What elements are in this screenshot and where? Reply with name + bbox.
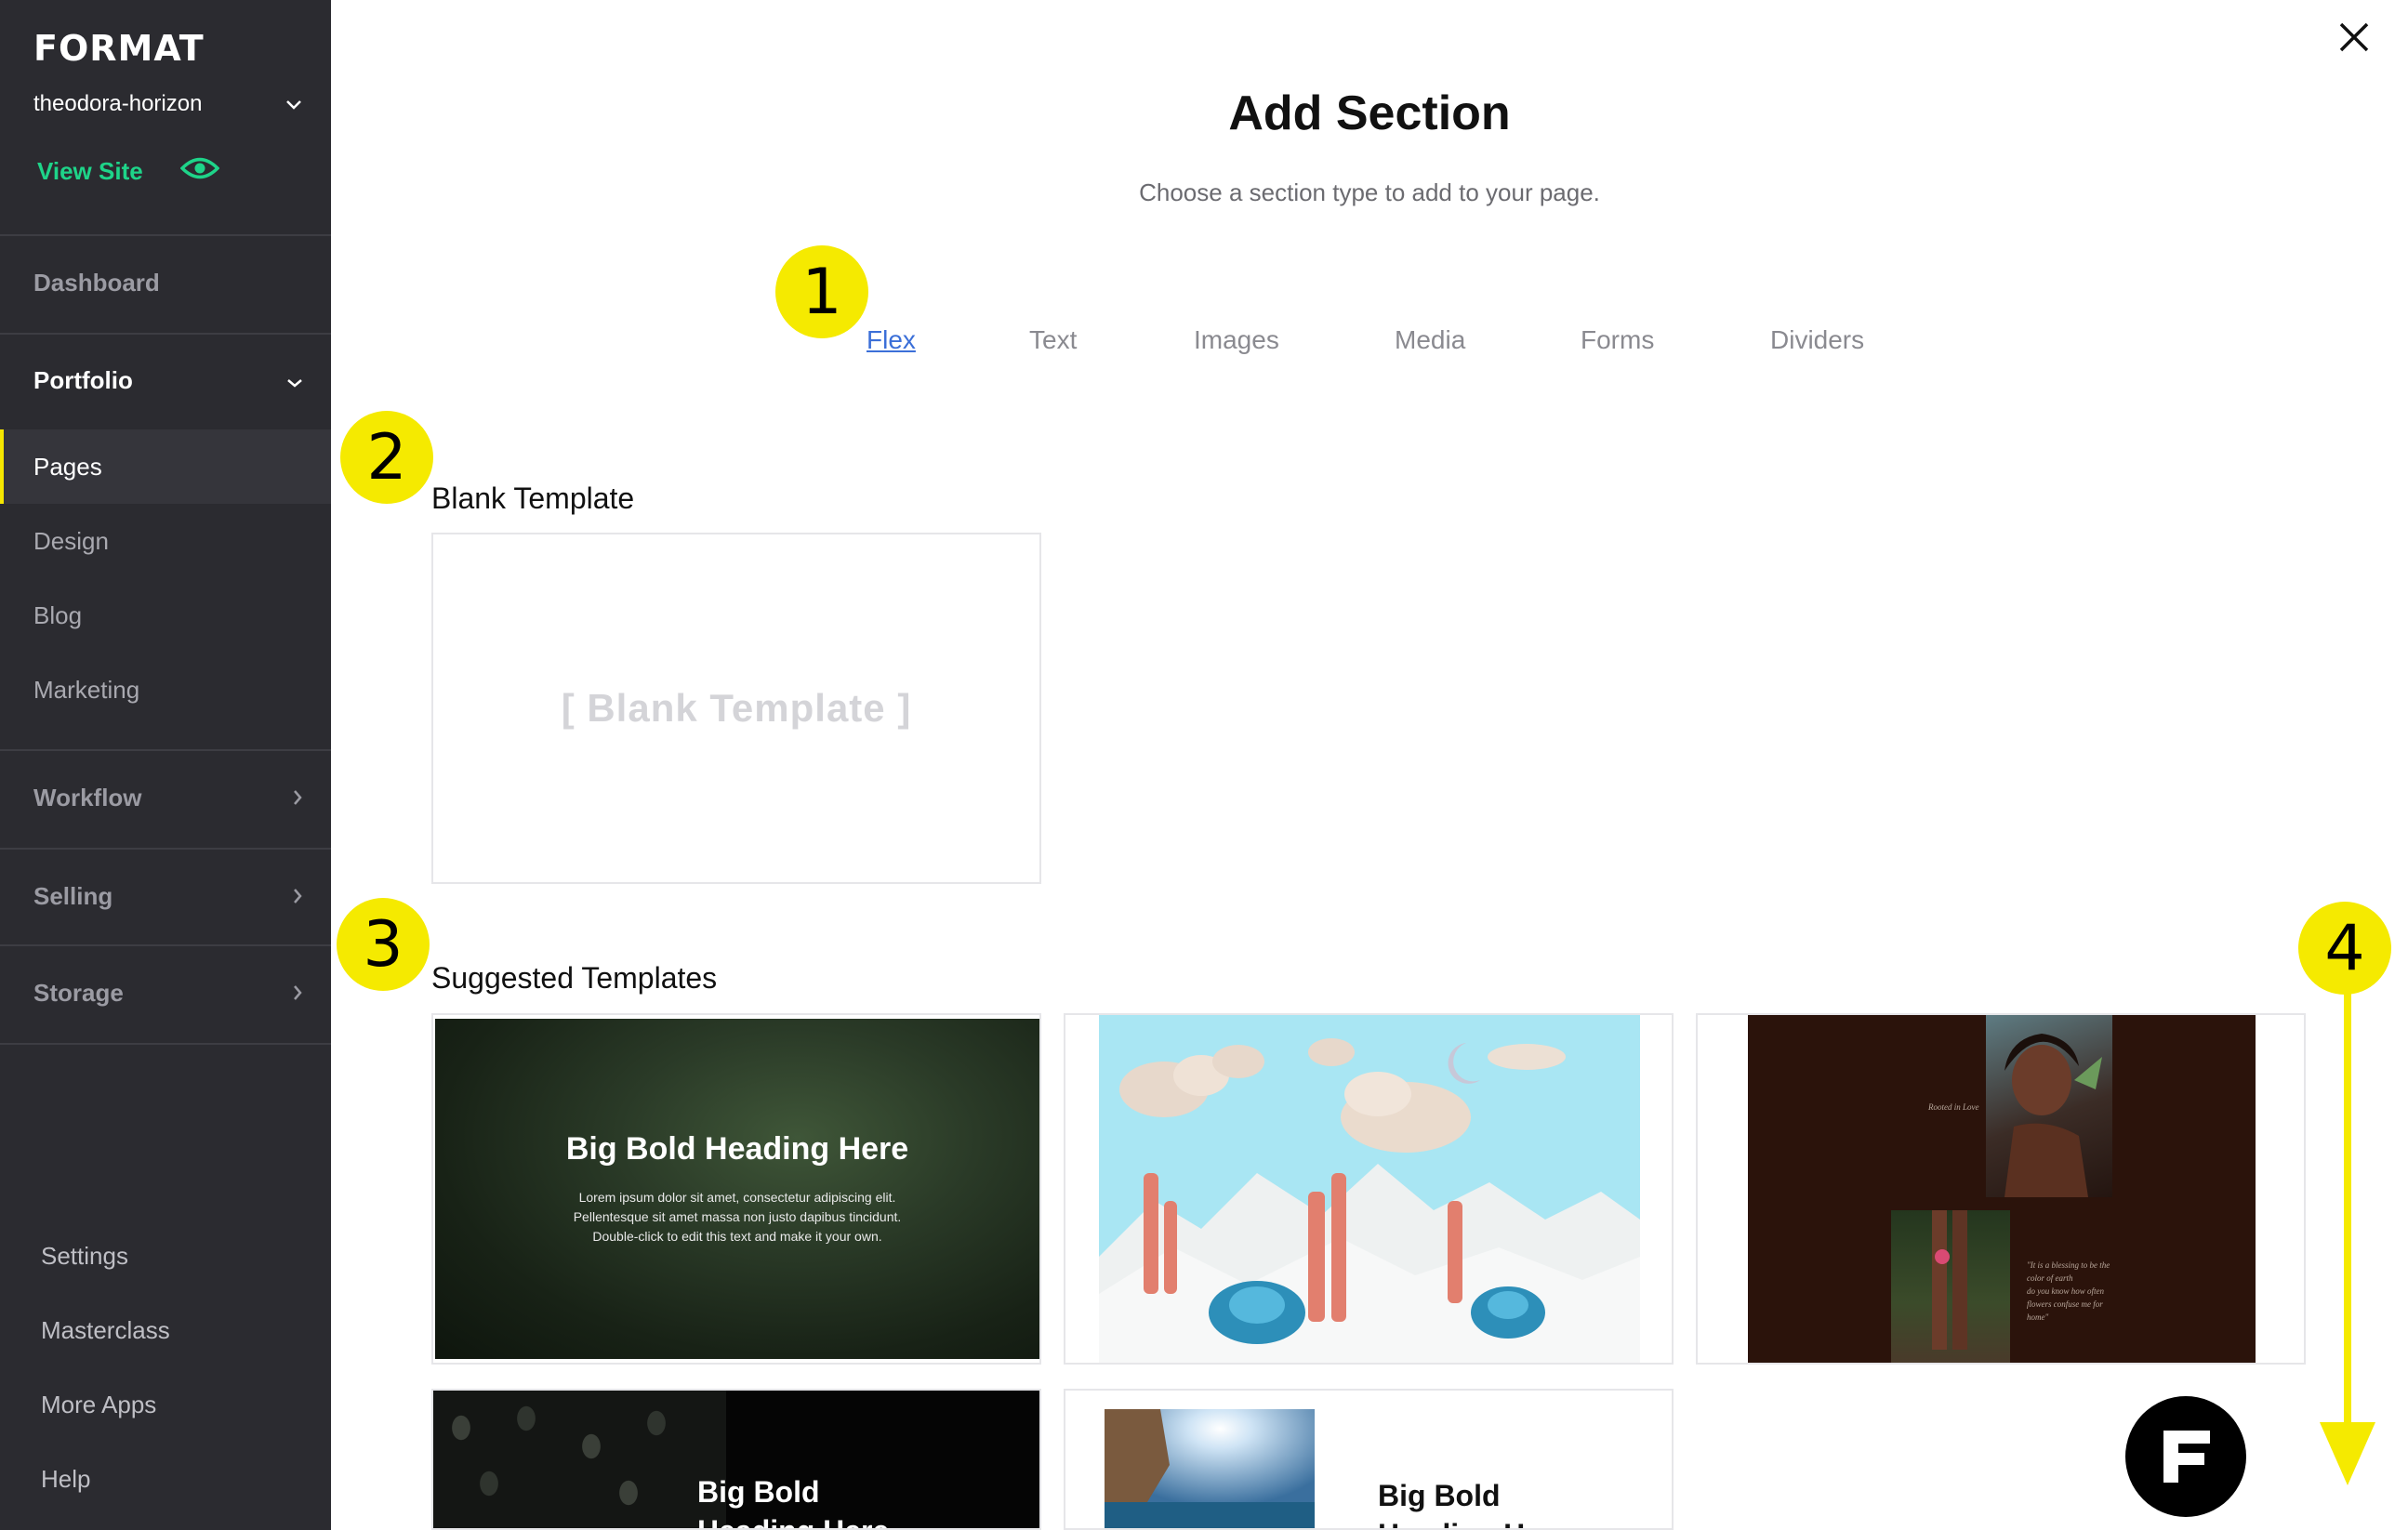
sidebar-item-label: Portfolio — [33, 365, 133, 394]
leaves-pattern — [433, 1391, 726, 1528]
annotation-arrow-down-icon — [2320, 985, 2375, 1485]
blank-template-card[interactable]: [ Blank Template ] — [431, 533, 1041, 884]
ocean-photo — [1105, 1409, 1315, 1528]
chevron-right-icon — [293, 979, 303, 1008]
close-button[interactable] — [2335, 19, 2373, 56]
heading-line: Big Bold — [697, 1475, 820, 1509]
quote-line: home" — [2027, 1312, 2049, 1322]
template-card-forest[interactable]: Big Bold Heading Here Lorem ipsum dolor … — [431, 1013, 1041, 1365]
eye-icon — [179, 156, 220, 187]
sidebar-item-label: Design — [33, 526, 109, 555]
forest-thumbnail: Big Bold Heading Here Lorem ipsum dolor … — [435, 1019, 1039, 1359]
sidebar-item-design[interactable]: Design — [0, 511, 331, 571]
quote-line: color of earth — [2027, 1273, 2073, 1283]
quote-line: "It is a blessing to be the — [2027, 1260, 2110, 1270]
dialog-title: Add Section — [1228, 86, 1511, 140]
sidebar-divider — [0, 749, 331, 751]
sidebar-help[interactable]: Help — [41, 1465, 90, 1494]
portrait-quote: "It is a blessing to be the color of ear… — [2027, 1259, 2110, 1324]
template-heading: Big Bold Heading Here — [697, 1472, 889, 1528]
portrait-photo — [1986, 1015, 2112, 1197]
sidebar-item-label: Dashboard — [33, 268, 160, 297]
portrait-thumbnail: Rooted in Love "It is a blessing to be t… — [1748, 1015, 2256, 1363]
sidebar-item-label: Workflow — [33, 783, 142, 811]
sidebar-divider — [0, 234, 331, 236]
suggested-templates-heading: Suggested Templates — [431, 961, 718, 995]
sidebar-divider — [0, 944, 331, 946]
tab-text[interactable]: Text — [1029, 325, 1077, 355]
sidebar-item-label: Pages — [33, 452, 102, 481]
sidebar-item-label: Marketing — [33, 675, 140, 704]
sidebar-divider — [0, 848, 331, 850]
sidebar-item-blog[interactable]: Blog — [0, 586, 331, 645]
annotation-marker-3: 3 — [337, 898, 430, 991]
site-name: theodora-horizon — [33, 91, 203, 116]
sidebar: FORMAT theodora-horizon View Site Dashbo… — [0, 0, 331, 1530]
chevron-right-icon — [293, 784, 303, 812]
tab-media[interactable]: Media — [1395, 325, 1465, 355]
view-site-label: View Site — [37, 157, 143, 185]
sidebar-settings[interactable]: Settings — [41, 1242, 128, 1271]
chevron-right-icon — [293, 882, 303, 911]
legs-photo — [1891, 1210, 2010, 1363]
sidebar-item-marketing[interactable]: Marketing — [0, 660, 331, 719]
blank-template-placeholder: [ Blank Template ] — [561, 686, 912, 730]
format-logo[interactable]: FORMAT — [33, 28, 205, 69]
template-card-ocean[interactable]: Big Bold Heading Here — [1064, 1389, 1674, 1530]
close-icon — [2339, 22, 2369, 52]
view-site-link[interactable]: View Site — [37, 156, 220, 187]
tab-forms[interactable]: Forms — [1581, 325, 1654, 355]
sidebar-item-storage[interactable]: Storage — [0, 963, 331, 1022]
portrait-caption: Rooted in Love — [1928, 1102, 1979, 1112]
heading-line: Big Bold — [1378, 1479, 1501, 1512]
template-card-clouds[interactable] — [1064, 1013, 1674, 1365]
body-line: Double-click to edit this text and make … — [592, 1229, 882, 1244]
template-card-portrait[interactable]: Rooted in Love "It is a blessing to be t… — [1696, 1013, 2306, 1365]
dialog-subtitle: Choose a section type to add to your pag… — [1139, 178, 1600, 206]
body-line: Pellentesque sit amet massa non justo da… — [573, 1209, 902, 1224]
chevron-down-icon — [286, 366, 303, 395]
quote-line: flowers confuse me for — [2027, 1299, 2103, 1309]
template-heading: Big Bold Heading Here — [565, 1131, 909, 1167]
format-f-icon — [2163, 1431, 2210, 1483]
format-help-button[interactable] — [2125, 1396, 2246, 1517]
annotation-marker-4: 4 — [2298, 902, 2391, 995]
template-card-leaves[interactable]: Big Bold Heading Here — [431, 1389, 1041, 1530]
clouds-illustration — [1099, 1015, 1640, 1363]
sidebar-more-apps[interactable]: More Apps — [41, 1391, 156, 1419]
tab-images[interactable]: Images — [1194, 325, 1279, 355]
sidebar-divider — [0, 1043, 331, 1045]
sidebar-item-selling[interactable]: Selling — [0, 866, 331, 926]
site-switcher[interactable]: theodora-horizon — [33, 86, 303, 123]
tab-dividers[interactable]: Dividers — [1770, 325, 1864, 355]
sidebar-item-label: Blog — [33, 600, 83, 629]
sidebar-item-label: Storage — [33, 978, 124, 1007]
chevron-down-icon — [284, 91, 303, 117]
tab-flex[interactable]: Flex — [867, 325, 916, 355]
sidebar-item-pages[interactable]: Pages — [0, 429, 331, 504]
annotation-marker-2: 2 — [340, 411, 433, 504]
sidebar-item-workflow[interactable]: Workflow — [0, 768, 331, 827]
section-type-tabs: Flex Text Images Media Forms Dividers — [0, 325, 2408, 363]
body-line: Lorem ipsum dolor sit amet, consectetur … — [578, 1190, 896, 1205]
blank-template-heading: Blank Template — [431, 481, 635, 515]
sidebar-masterclass[interactable]: Masterclass — [41, 1316, 170, 1345]
heading-line: Heading Here — [1378, 1515, 1569, 1528]
template-body: Lorem ipsum dolor sit amet, consectetur … — [574, 1188, 902, 1246]
sidebar-item-label: Selling — [33, 881, 113, 910]
quote-line: do you know how often — [2027, 1286, 2104, 1296]
sidebar-item-dashboard[interactable]: Dashboard — [0, 253, 331, 312]
template-heading: Big Bold Heading Here — [1378, 1476, 1569, 1528]
heading-line: Heading Here — [697, 1511, 889, 1528]
annotation-marker-1: 1 — [775, 245, 868, 338]
